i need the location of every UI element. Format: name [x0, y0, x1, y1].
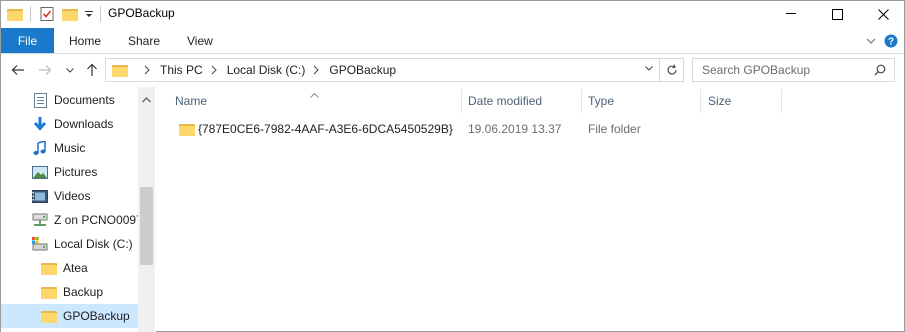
row-name: {787E0CE6-7982-4AAF-A3E6-6DCA5450529B} [198, 122, 453, 136]
column-header-name[interactable]: Name [175, 87, 207, 115]
address-bar[interactable]: This PC Local Disk (C:) GPOBackup [105, 58, 660, 82]
nav-item-local-disk[interactable]: Local Disk (C:) [1, 232, 138, 256]
folder-icon [41, 308, 57, 324]
column-divider[interactable] [781, 89, 782, 113]
folder-icon [41, 260, 57, 276]
videos-icon [32, 188, 48, 204]
nav-item-label: Videos [54, 189, 91, 203]
refresh-button[interactable] [660, 58, 684, 82]
breadcrumb-gpobackup[interactable]: GPOBackup [329, 63, 396, 77]
column-header-date-modified[interactable]: Date modified [468, 87, 542, 115]
local-disk-icon [32, 236, 48, 252]
maximize-button[interactable] [814, 1, 860, 27]
nav-item-network-drive[interactable]: Z on PCNO0097 [1, 208, 138, 232]
minimize-button[interactable] [768, 1, 814, 27]
address-history-chevron-icon[interactable] [645, 66, 653, 71]
customize-quick-access-dropdown-icon[interactable] [84, 5, 94, 23]
nav-item-backup[interactable]: Backup [1, 280, 138, 304]
breadcrumb-chevron-icon[interactable] [313, 65, 321, 75]
row-date-modified: 19.06.2019 13.37 [468, 122, 562, 136]
nav-item-label: Music [54, 141, 86, 155]
scroll-up-arrow-icon[interactable] [142, 92, 151, 106]
row-folder-icon [179, 117, 195, 141]
nav-item-label: GPOBackup [63, 309, 130, 323]
title-bar: GPOBackup [1, 1, 904, 27]
divider [100, 6, 101, 22]
address-folder-icon [112, 64, 128, 77]
tab-share[interactable]: Share [128, 28, 160, 53]
breadcrumb-local-disk[interactable]: Local Disk (C:) [227, 63, 306, 77]
quick-access-folder-icon[interactable] [7, 5, 23, 23]
pictures-icon [32, 164, 48, 180]
divider [30, 6, 31, 22]
nav-item-pictures[interactable]: Pictures [1, 160, 138, 184]
column-divider[interactable] [700, 89, 701, 113]
nav-item-videos[interactable]: Videos [1, 184, 138, 208]
close-button[interactable] [860, 1, 905, 27]
music-icon [32, 140, 48, 156]
nav-item-label: Z on PCNO0097 [54, 213, 138, 227]
nav-item-label: Local Disk (C:) [54, 237, 133, 251]
network-drive-icon [32, 212, 48, 228]
nav-item-documents[interactable]: Documents [1, 88, 138, 112]
nav-item-atea[interactable]: Atea [1, 256, 138, 280]
nav-item-label: Atea [63, 261, 88, 275]
breadcrumb-chevron-icon[interactable] [144, 65, 152, 75]
up-arrow-icon[interactable] [83, 60, 101, 80]
back-arrow-icon[interactable] [9, 60, 27, 80]
table-row[interactable]: {787E0CE6-7982-4AAF-A3E6-6DCA5450529B} 1… [173, 117, 733, 141]
nav-item-gpobackup[interactable]: GPOBackup [1, 304, 138, 328]
column-header-type[interactable]: Type [588, 87, 614, 115]
expand-ribbon-chevron-icon[interactable] [866, 28, 876, 53]
search-icon[interactable] [874, 64, 886, 76]
search-input[interactable]: Search GPOBackup [702, 63, 810, 77]
window-title: GPOBackup [108, 6, 175, 20]
navigation-pane: Documents Downloads Music Pictures Video… [1, 87, 156, 332]
column-divider[interactable] [461, 89, 462, 113]
sort-ascending-icon [310, 87, 319, 101]
forward-arrow-icon[interactable] [36, 60, 54, 80]
file-list: Name Date modified Type Size {787E0CE6-7… [156, 87, 904, 332]
explorer-window: GPOBackup File Home Share View ? This PC… [0, 0, 905, 332]
documents-icon [32, 92, 48, 108]
breadcrumb-chevron-icon[interactable] [211, 65, 219, 75]
downloads-icon [32, 116, 48, 132]
scrollbar-thumb[interactable] [140, 187, 153, 265]
ribbon-tabs: File Home Share View ? [1, 28, 904, 53]
tab-file[interactable]: File [1, 28, 54, 53]
breadcrumb-this-pc[interactable]: This PC [160, 63, 203, 77]
address-row: This PC Local Disk (C:) GPOBackup Search… [1, 54, 904, 86]
nav-item-label: Downloads [54, 117, 114, 131]
folder-icon [41, 284, 57, 300]
tab-home[interactable]: Home [69, 28, 101, 53]
nav-item-label: Pictures [54, 165, 98, 179]
svg-text:?: ? [888, 36, 894, 47]
nav-item-label: Documents [54, 93, 115, 107]
nav-scrollbar[interactable] [138, 87, 155, 332]
search-box[interactable]: Search GPOBackup [692, 58, 895, 82]
tab-view[interactable]: View [187, 28, 213, 53]
help-icon[interactable]: ? [884, 28, 898, 53]
recent-locations-chevron-icon[interactable] [61, 60, 79, 80]
column-divider[interactable] [581, 89, 582, 113]
row-type: File folder [588, 122, 641, 136]
nav-item-downloads[interactable]: Downloads [1, 112, 138, 136]
refresh-icon [667, 64, 677, 75]
nav-item-music[interactable]: Music [1, 136, 138, 160]
nav-item-label: Backup [63, 285, 104, 299]
new-folder-icon[interactable] [62, 5, 78, 23]
column-header-size[interactable]: Size [708, 87, 731, 115]
properties-icon[interactable] [39, 5, 55, 23]
